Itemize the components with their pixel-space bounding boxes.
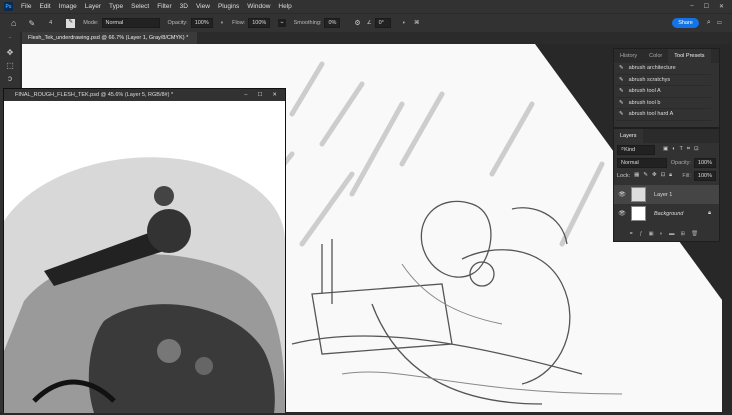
airbrush-icon[interactable]: ⌁	[278, 19, 286, 27]
app-logo: Ps	[4, 2, 13, 11]
brush-icon[interactable]: ✎	[28, 19, 35, 28]
preset-item[interactable]: ✎ abrush architecture	[616, 63, 711, 75]
maximize-button[interactable]: ☐	[704, 3, 709, 10]
tab-history[interactable]: History	[614, 49, 643, 63]
floating-minimize-button[interactable]: –	[244, 89, 247, 101]
blend-mode-select[interactable]: Normal	[617, 157, 667, 168]
menu-image[interactable]: Image	[59, 3, 77, 10]
smoothing-field[interactable]: 0%	[324, 18, 341, 28]
smoothing-label: Smoothing:	[293, 20, 322, 26]
menu-select[interactable]: Select	[131, 3, 149, 10]
layer-filter-select[interactable]: ⌕ Kind	[617, 144, 655, 155]
menu-window[interactable]: Window	[247, 3, 270, 10]
close-button[interactable]: ✕	[719, 3, 724, 10]
brush-icon: ✎	[619, 76, 624, 83]
tab-title: Flesh_Tek_underdrawing.psd @ 66.7% (Laye…	[28, 35, 189, 41]
opacity-label: Opacity:	[167, 20, 188, 26]
floating-window-titlebar[interactable]: FINAL_ROUGH_FLESH_TEK.psd @ 45.6% (Layer…	[4, 89, 285, 101]
lock-label: Lock:	[617, 172, 631, 179]
menu-edit[interactable]: Edit	[39, 3, 50, 10]
angle-field[interactable]: 0°	[374, 18, 391, 28]
layers-panel-title[interactable]: Layers	[614, 129, 643, 143]
mode-label: Mode:	[83, 20, 99, 26]
layer-thumbnail	[631, 206, 646, 221]
filter-value: Kind	[624, 146, 636, 153]
options-bar: ⌂ ✎ 4 ✎ Mode: Normal Opacity: 100% ◐ Flo…	[0, 13, 732, 32]
mode-select[interactable]: Normal	[101, 18, 160, 28]
lock-icons[interactable]: ▦✎✥⊡🔒︎	[634, 172, 676, 179]
menu-view[interactable]: View	[196, 3, 210, 10]
preset-item[interactable]: ✎ abrush scratchys	[616, 75, 711, 86]
minimize-button[interactable]: –	[690, 3, 693, 10]
marquee-tool-icon[interactable]: ⬚	[0, 59, 20, 72]
visibility-eye-icon[interactable]: 👁︎	[617, 210, 627, 217]
symmetry-icon[interactable]: ⌘	[414, 20, 420, 26]
tab-color[interactable]: Color	[643, 49, 668, 63]
brush-icon: ✎	[619, 88, 624, 95]
brush-settings-icon[interactable]: ✎	[66, 18, 76, 28]
layer-actions[interactable]: ⚭ƒ▣◐▬⊞🗑︎	[614, 227, 719, 240]
lasso-tool-icon[interactable]: ↄ	[0, 72, 20, 85]
menu-3d[interactable]: 3D	[180, 3, 188, 10]
visibility-eye-icon[interactable]: 👁︎	[617, 191, 627, 198]
menu-type[interactable]: Type	[109, 3, 123, 10]
pressure-size-icon[interactable]: ◐	[403, 20, 406, 26]
share-button[interactable]: Share	[672, 18, 699, 28]
preset-label: abrush tool b	[628, 99, 661, 106]
menu-layer[interactable]: Layer	[85, 3, 101, 10]
fill-label: Fill:	[682, 172, 691, 179]
floating-document-window: FINAL_ROUGH_FLESH_TEK.psd @ 45.6% (Layer…	[3, 88, 286, 413]
lock-icon: 🔒︎	[708, 210, 711, 216]
search-icon[interactable]: ⌕	[707, 19, 711, 27]
fill-field[interactable]: 100%	[693, 170, 716, 181]
tab-tool-presets[interactable]: Tool Presets	[668, 49, 711, 63]
gear-icon[interactable]: ⚙	[354, 19, 360, 27]
workspace-icon[interactable]: ▭	[717, 20, 722, 26]
menu-file[interactable]: File	[21, 3, 31, 10]
flow-field[interactable]: 100%	[248, 18, 271, 28]
filter-icons[interactable]: ▣◐T⌗⊡	[663, 146, 703, 153]
brush-icon: ✎	[619, 65, 624, 72]
layer-opacity-label: Opacity:	[670, 159, 691, 166]
menu-plugins[interactable]: Plugins	[218, 3, 239, 10]
preset-item[interactable]: ✎ abrush tool A	[616, 86, 711, 98]
layer-opacity-field[interactable]: 100%	[693, 157, 716, 168]
preset-item[interactable]: ✎ abrush tool b	[616, 98, 711, 109]
angle-icon: ∠	[366, 20, 372, 26]
preset-label: abrush tool hard A	[628, 111, 674, 118]
floating-window-title: FINAL_ROUGH_FLESH_TEK.psd @ 45.6% (Layer…	[15, 92, 174, 98]
layer-name: Layer 1	[654, 191, 673, 198]
layer-thumbnail	[631, 187, 646, 202]
layer-row[interactable]: 👁︎ Layer 1	[614, 185, 719, 204]
move-tool-icon[interactable]: ✥	[0, 46, 20, 59]
brush-size[interactable]: 4	[49, 20, 52, 26]
layer-name: Background	[654, 210, 684, 217]
floating-maximize-button[interactable]: ☐	[257, 89, 262, 101]
preset-label: abrush architecture	[628, 65, 676, 72]
layer-row[interactable]: 👁︎ Background 🔒︎	[614, 204, 719, 223]
preset-label: abrush scratchys	[628, 76, 671, 83]
floating-close-button[interactable]: ✕	[272, 89, 277, 101]
menu-bar: Ps File Edit Image Layer Type Select Filter 3D V…	[0, 0, 732, 13]
home-icon[interactable]: ⌂	[11, 18, 16, 28]
layers-panel: Layers ⌕ Kind ▣◐T⌗⊡ Normal Opacity: 100%…	[613, 128, 720, 242]
menu-help[interactable]: Help	[278, 3, 291, 10]
opacity-field[interactable]: 100%	[190, 18, 213, 28]
pressure-opacity-icon[interactable]: ◐	[221, 20, 224, 26]
menu-filter[interactable]: Filter	[157, 3, 171, 10]
preset-item[interactable]: ✎ abrush tool hard A	[616, 109, 711, 121]
brush-icon: ✎	[619, 111, 624, 118]
tab-document[interactable]: Flesh_Tek_underdrawing.psd @ 66.7% (Laye…	[22, 32, 197, 53]
flow-label: Flow:	[232, 20, 246, 26]
rough-painting	[4, 101, 285, 413]
preset-label: abrush tool A	[628, 88, 661, 95]
tool-presets-panel: History Color Tool Presets ✎ abrush archite…	[613, 48, 720, 128]
brush-icon: ✎	[619, 99, 624, 106]
document-tabs: Flesh_Tek_underdrawing.psd @ 66.7% (Laye…	[22, 32, 732, 53]
